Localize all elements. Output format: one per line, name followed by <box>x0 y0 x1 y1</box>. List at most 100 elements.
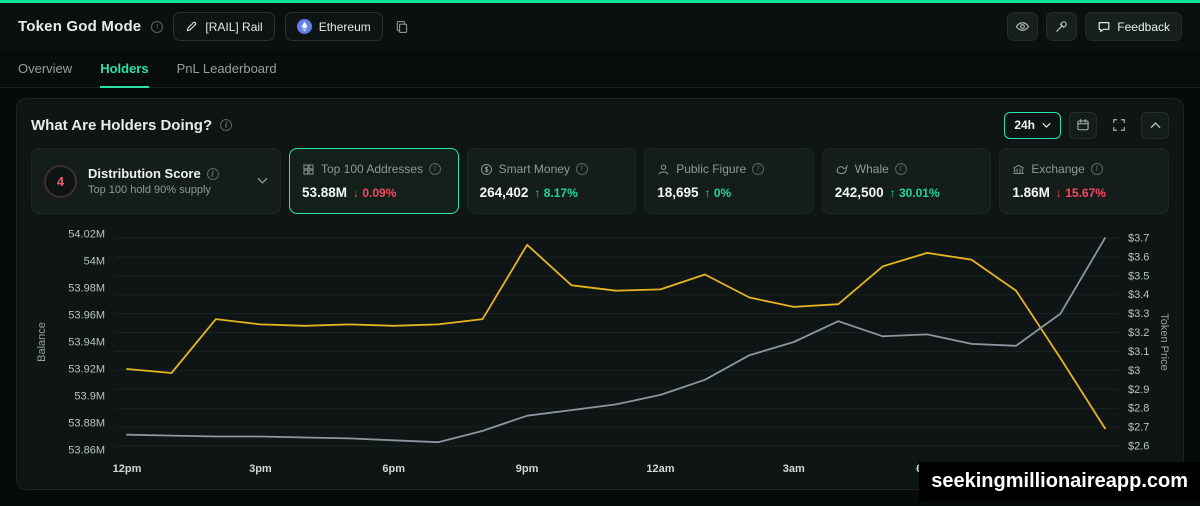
card-title: Public Figure <box>676 162 747 176</box>
holder-stat-cards: 4 Distribution Score Top 100 hold 90% su… <box>31 148 1169 214</box>
pencil-icon <box>187 21 197 32</box>
whale-card[interactable]: Whale 242,500 ↑ 30.01% <box>821 148 992 214</box>
chevron-down-icon[interactable] <box>257 177 268 185</box>
svg-text:$2.7: $2.7 <box>1128 422 1149 434</box>
eye-icon <box>1016 22 1030 31</box>
fullscreen-icon <box>1113 119 1125 131</box>
svg-text:54.02M: 54.02M <box>68 229 105 241</box>
card-subtitle: Top 100 hold 90% supply <box>88 184 211 196</box>
svg-text:$3.1: $3.1 <box>1128 346 1149 358</box>
holders-chart[interactable]: 54.02M 54M 53.98M 53.96M 53.94M 53.92M 53.9M 53… <box>31 218 1171 493</box>
exchange-card[interactable]: Exchange 1.86M ↓ 15.67% <box>999 148 1169 214</box>
info-icon[interactable] <box>894 163 907 175</box>
chat-icon <box>1098 21 1110 32</box>
svg-text:12pm: 12pm <box>113 463 142 475</box>
card-value: 53.88M <box>302 185 348 200</box>
svg-text:53.96M: 53.96M <box>68 310 105 322</box>
smart-money-card[interactable]: Smart Money 264,402 ↑ 8.17% <box>466 148 637 214</box>
chevron-down-icon <box>1042 122 1051 128</box>
svg-text:Balance: Balance <box>36 322 48 362</box>
svg-text:Token Price: Token Price <box>1158 313 1170 370</box>
distribution-score-badge: 4 <box>44 164 77 198</box>
svg-text:$2.9: $2.9 <box>1128 384 1149 396</box>
card-change: ↓ 0.09% <box>353 186 397 200</box>
info-icon[interactable] <box>151 20 164 33</box>
grid-icon <box>303 163 314 175</box>
svg-text:3am: 3am <box>783 463 805 475</box>
copy-address-button[interactable] <box>393 18 411 36</box>
chevron-up-icon <box>1150 122 1160 129</box>
info-icon[interactable] <box>575 163 588 175</box>
tab-pnl-leaderboard[interactable]: PnL Leaderboard <box>177 50 277 88</box>
svg-text:3pm: 3pm <box>249 463 272 475</box>
card-value: 1.86M <box>1012 185 1050 200</box>
tab-holders[interactable]: Holders <box>100 50 149 88</box>
card-value: 18,695 <box>657 185 699 200</box>
info-icon[interactable] <box>206 167 219 180</box>
card-value: 264,402 <box>479 185 529 200</box>
timeframe-value: 24h <box>1014 118 1035 132</box>
bank-icon <box>1013 164 1025 174</box>
svg-text:$3.3: $3.3 <box>1128 308 1149 320</box>
panel-header: What Are Holders Doing? 24h <box>31 111 1169 139</box>
card-title: Top 100 Addresses <box>321 162 424 176</box>
fullscreen-button[interactable] <box>1105 112 1133 139</box>
network-select-button[interactable]: Ethereum <box>284 12 383 41</box>
svg-text:$3.2: $3.2 <box>1128 327 1149 339</box>
whale-icon <box>836 164 848 174</box>
collapse-button[interactable] <box>1141 111 1169 139</box>
card-change: ↑ 8.17% <box>534 186 578 200</box>
svg-text:53.94M: 53.94M <box>68 337 105 349</box>
svg-text:53.98M: 53.98M <box>68 283 105 295</box>
svg-text:$3.7: $3.7 <box>1128 233 1149 245</box>
info-icon[interactable] <box>1090 163 1103 175</box>
holders-chart-svg[interactable]: 54.02M 54M 53.98M 53.96M 53.94M 53.92M 53.9M 53… <box>31 218 1171 488</box>
card-title: Distribution Score <box>88 166 201 181</box>
token-select-button[interactable]: [RAIL] Rail <box>173 12 275 41</box>
card-title: Whale <box>854 162 889 176</box>
token-pair-label: [RAIL] Rail <box>205 19 263 34</box>
svg-text:12am: 12am <box>646 463 674 475</box>
svg-text:$3.6: $3.6 <box>1128 251 1149 263</box>
svg-text:53.9M: 53.9M <box>74 391 105 403</box>
svg-text:53.86M: 53.86M <box>68 445 105 457</box>
card-title: Exchange <box>1031 162 1085 176</box>
svg-text:53.92M: 53.92M <box>68 364 105 376</box>
tab-overview[interactable]: Overview <box>18 50 72 88</box>
svg-text:$3.5: $3.5 <box>1128 270 1149 282</box>
svg-text:53.88M: 53.88M <box>68 418 105 430</box>
calendar-icon <box>1077 119 1089 131</box>
copy-icon <box>396 20 407 33</box>
header: Token God Mode [RAIL] Rail Ethereum <box>0 3 1200 50</box>
card-change: ↑ 30.01% <box>889 186 940 200</box>
watch-button[interactable] <box>1007 12 1039 41</box>
person-icon <box>658 164 669 175</box>
feedback-button[interactable]: Feedback <box>1085 12 1182 41</box>
card-change: ↓ 15.67% <box>1055 186 1106 200</box>
svg-text:$3.4: $3.4 <box>1128 289 1149 301</box>
info-icon[interactable] <box>220 119 233 131</box>
token-god-mode-page: Token God Mode [RAIL] Rail Ethereum <box>0 0 1200 501</box>
info-icon[interactable] <box>429 163 442 175</box>
svg-text:54M: 54M <box>84 256 105 268</box>
holders-panel: What Are Holders Doing? 24h <box>16 98 1184 490</box>
network-label: Ethereum <box>318 19 371 34</box>
svg-text:9pm: 9pm <box>516 463 539 475</box>
svg-text:$2.8: $2.8 <box>1128 403 1149 415</box>
card-change: ↑ 0% <box>704 186 732 200</box>
dollar-circle-icon <box>480 163 492 175</box>
watermark: seekingmillionaireapp.com <box>919 462 1200 501</box>
feedback-label: Feedback <box>1117 19 1170 34</box>
ethereum-icon <box>296 19 312 34</box>
svg-text:6pm: 6pm <box>382 463 405 475</box>
pin-button[interactable] <box>1046 12 1078 41</box>
top-100-addresses-card[interactable]: Top 100 Addresses 53.88M ↓ 0.09% <box>289 148 459 214</box>
panel-title: What Are Holders Doing? <box>31 116 213 134</box>
info-icon[interactable] <box>752 163 765 175</box>
calendar-button[interactable] <box>1069 111 1097 139</box>
pin-icon <box>1056 21 1068 32</box>
distribution-score-card[interactable]: 4 Distribution Score Top 100 hold 90% su… <box>31 148 281 214</box>
page-title: Token God Mode <box>18 18 142 35</box>
timeframe-select[interactable]: 24h <box>1004 111 1061 139</box>
public-figure-card[interactable]: Public Figure 18,695 ↑ 0% <box>644 148 814 214</box>
